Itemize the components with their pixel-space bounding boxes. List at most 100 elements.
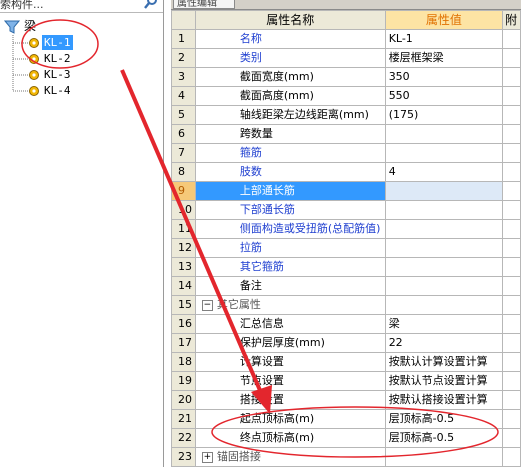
property-value-cell[interactable] xyxy=(384,447,504,467)
property-row[interactable]: 2 类别 楼层框架梁 xyxy=(171,48,521,68)
row-number: 3 xyxy=(171,67,196,87)
property-value-cell[interactable]: 350 xyxy=(384,67,504,87)
row-number: 4 xyxy=(171,86,196,106)
property-row[interactable]: 3 截面宽度(mm) 350 xyxy=(171,67,521,87)
property-value-cell[interactable]: 按默认搭接设置计算 xyxy=(384,390,504,410)
property-value-cell[interactable] xyxy=(384,295,504,315)
grid-body: 1 名称 KL-1 2 类别 楼层框架梁 3 截面宽度(mm) 350 4 截面高度(mm) 550 5… xyxy=(171,29,521,467)
property-extra-cell[interactable] xyxy=(502,447,521,467)
tab-property-edit[interactable]: 属性编辑 xyxy=(173,0,235,9)
property-value-cell[interactable]: KL-1 xyxy=(384,29,504,49)
property-extra-cell[interactable] xyxy=(502,124,521,144)
property-name-cell: 肢数 xyxy=(194,162,386,182)
property-extra-cell[interactable] xyxy=(502,371,521,391)
property-value-cell[interactable]: 按默认计算设置计算 xyxy=(384,352,504,372)
row-number: 13 xyxy=(171,257,196,277)
tree-item-label: KL-2 xyxy=(44,52,71,65)
property-extra-cell[interactable] xyxy=(502,48,521,68)
property-row[interactable]: 9 上部通长筋 xyxy=(171,181,521,201)
property-name-cell: 其它箍筋 xyxy=(194,257,386,277)
property-extra-cell[interactable] xyxy=(502,352,521,372)
property-value-cell[interactable] xyxy=(384,200,504,220)
property-value-cell[interactable]: 层顶标高-0.5 xyxy=(384,409,504,429)
row-number: 1 xyxy=(171,29,196,49)
property-value-cell[interactable]: 550 xyxy=(384,86,504,106)
column-header-name[interactable]: 属性名称 xyxy=(194,10,386,30)
property-extra-cell[interactable] xyxy=(502,181,521,201)
property-row[interactable]: 13 其它箍筋 xyxy=(171,257,521,277)
collapse-icon[interactable]: − xyxy=(201,299,213,311)
property-row[interactable]: 20 搭接设置 按默认搭接设置计算 xyxy=(171,390,521,410)
property-row[interactable]: 10 下部通长筋 xyxy=(171,200,521,220)
property-row[interactable]: 14 备注 xyxy=(171,276,521,296)
tree-root-label[interactable]: 梁 xyxy=(24,17,36,34)
property-extra-cell[interactable] xyxy=(502,390,521,410)
property-row[interactable]: 4 截面高度(mm) 550 xyxy=(171,86,521,106)
row-number: 16 xyxy=(171,314,196,334)
corner-cell xyxy=(171,10,196,30)
property-extra-cell[interactable] xyxy=(502,295,521,315)
property-row[interactable]: 12 拉筋 xyxy=(171,238,521,258)
property-row[interactable]: 18 计算设置 按默认计算设置计算 xyxy=(171,352,521,372)
property-value-cell[interactable]: 楼层框架梁 xyxy=(384,48,504,68)
expand-icon[interactable]: + xyxy=(201,451,213,463)
property-row[interactable]: 17 保护层厚度(mm) 22 xyxy=(171,333,521,353)
property-name-cell: 截面高度(mm) xyxy=(194,86,386,106)
property-row[interactable]: 16 汇总信息梁 xyxy=(171,314,521,334)
row-number: 21 xyxy=(171,409,196,429)
property-extra-cell[interactable] xyxy=(502,67,521,87)
property-extra-cell[interactable] xyxy=(502,86,521,106)
property-value-cell[interactable]: (175) xyxy=(384,105,504,125)
row-number: 18 xyxy=(171,352,196,372)
column-header-value[interactable]: 属性值 xyxy=(384,10,504,30)
property-name-cell: 侧面构造或受扭筋(总配筋值) xyxy=(194,219,386,239)
property-name-cell: 拉筋 xyxy=(194,238,386,258)
property-extra-cell[interactable] xyxy=(502,333,521,353)
property-row[interactable]: 6 跨数量 xyxy=(171,124,521,144)
property-row[interactable]: 7 箍筋 xyxy=(171,143,521,163)
property-extra-cell[interactable] xyxy=(502,219,521,239)
property-row[interactable]: 5 轴线距梁左边线距离(mm) (175) xyxy=(171,105,521,125)
property-value-cell[interactable] xyxy=(384,257,504,277)
property-value-cell[interactable]: 按默认节点设置计算 xyxy=(384,371,504,391)
group-label: 锚固搭接 xyxy=(216,450,261,463)
property-name-cell: 计算设置 xyxy=(194,352,386,372)
property-extra-cell[interactable] xyxy=(502,143,521,163)
property-extra-cell[interactable] xyxy=(502,276,521,296)
property-value-cell[interactable] xyxy=(384,219,504,239)
property-name-cell: 汇总信息 xyxy=(194,314,386,334)
property-extra-cell[interactable] xyxy=(502,409,521,429)
property-row[interactable]: 15− 其它属性 xyxy=(171,295,521,315)
property-row[interactable]: 22 终点顶标高(m) 层顶标高-0.5 xyxy=(171,428,521,448)
property-extra-cell[interactable] xyxy=(502,428,521,448)
property-value-cell[interactable] xyxy=(384,276,504,296)
property-value-cell[interactable]: 梁 xyxy=(384,314,504,334)
column-header-extra[interactable]: 附 xyxy=(502,10,521,30)
property-value-cell[interactable]: 4 xyxy=(384,162,504,182)
property-value-cell[interactable]: 22 xyxy=(384,333,504,353)
property-row[interactable]: 21 起点顶标高(m) 层顶标高-0.5 xyxy=(171,409,521,429)
property-row[interactable]: 1 名称 KL-1 xyxy=(171,29,521,49)
property-name-cell: 上部通长筋 xyxy=(194,181,386,201)
property-value-cell[interactable] xyxy=(384,143,504,163)
property-row[interactable]: 19 节点设置 按默认节点设置计算 xyxy=(171,371,521,391)
funnel-icon xyxy=(4,20,20,34)
property-extra-cell[interactable] xyxy=(502,162,521,182)
row-number: 17 xyxy=(171,333,196,353)
property-row[interactable]: 11 侧面构造或受扭筋(总配筋值) xyxy=(171,219,521,239)
property-extra-cell[interactable] xyxy=(502,105,521,125)
property-row[interactable]: 23 + 锚固搭接 xyxy=(171,447,521,467)
group-label: 其它属性 xyxy=(216,298,261,311)
property-row[interactable]: 8 肢数 4 xyxy=(171,162,521,182)
property-name-cell: 节点设置 xyxy=(194,371,386,391)
property-extra-cell[interactable] xyxy=(502,257,521,277)
property-extra-cell[interactable] xyxy=(502,29,521,49)
property-extra-cell[interactable] xyxy=(502,314,521,334)
property-name-cell: 搭接设置 xyxy=(194,390,386,410)
property-value-cell[interactable] xyxy=(384,238,504,258)
property-value-cell[interactable] xyxy=(384,124,504,144)
property-value-cell[interactable]: 层顶标高-0.5 xyxy=(384,428,504,448)
property-extra-cell[interactable] xyxy=(502,238,521,258)
property-value-cell[interactable] xyxy=(384,181,504,201)
property-extra-cell[interactable] xyxy=(502,200,521,220)
